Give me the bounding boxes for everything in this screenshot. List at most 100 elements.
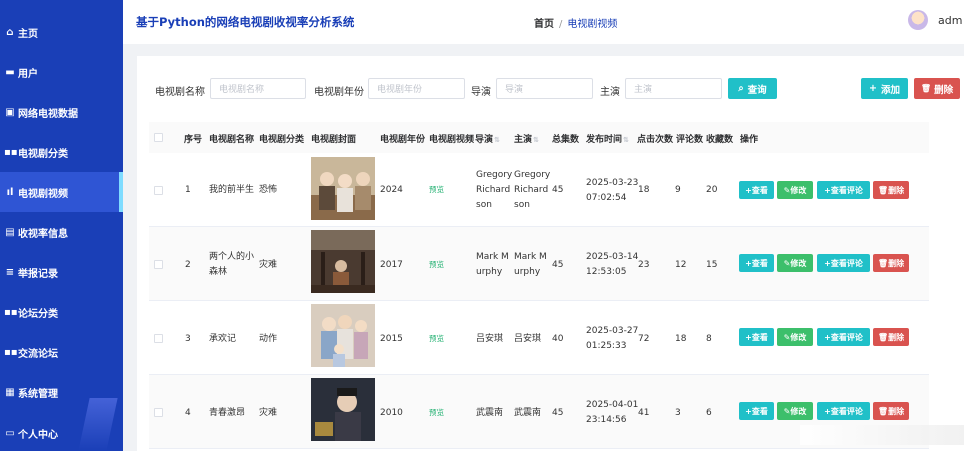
view-comments-button[interactable]: + 查看评论 bbox=[817, 328, 870, 346]
cell-actor-line1: Mark M bbox=[514, 252, 547, 262]
th-index: 序号 bbox=[184, 135, 203, 145]
sidebar-item-label: 用户 bbox=[18, 68, 38, 80]
cell-comments: 9 bbox=[675, 185, 681, 195]
batch-delete-button[interactable]: 🗑 删除 bbox=[914, 78, 960, 99]
cell-actor: 吕安琪 bbox=[514, 334, 542, 344]
sidebar-item-ratings[interactable]: ▤ 收视率信息 bbox=[0, 212, 123, 252]
cell-clicks: 23 bbox=[638, 260, 650, 270]
cell-name-line2[interactable]: 森林 bbox=[209, 265, 227, 280]
edit-button[interactable]: ✎ 修改 bbox=[777, 254, 813, 272]
view-comments-button[interactable]: + 查看评论 bbox=[817, 402, 870, 420]
sort-icon: ⇅ bbox=[494, 136, 500, 144]
row-checkbox[interactable] bbox=[154, 186, 163, 195]
sidebar-item-forum-category[interactable]: ▪▪ 论坛分类 bbox=[0, 292, 123, 332]
year-filter-input[interactable] bbox=[368, 78, 465, 99]
view-button[interactable]: + 查看 bbox=[739, 328, 774, 346]
cell-favorites: 8 bbox=[706, 334, 712, 344]
plus-icon: + bbox=[869, 83, 877, 94]
bar-chart-icon: ıl bbox=[6, 186, 14, 198]
avatar[interactable] bbox=[908, 10, 928, 30]
sidebar-item-drama-video[interactable]: ıl 电视剧视频 bbox=[0, 172, 123, 212]
drama-cover-image[interactable] bbox=[311, 230, 375, 293]
video-preview-link[interactable]: 预览 bbox=[429, 184, 444, 195]
edit-button[interactable]: ✎ 修改 bbox=[777, 402, 813, 420]
add-button[interactable]: + 添加 bbox=[861, 78, 908, 99]
edit-button[interactable]: ✎ 修改 bbox=[777, 181, 813, 199]
view-button-label: 查看 bbox=[751, 332, 768, 342]
user-name[interactable]: adm bbox=[938, 14, 962, 27]
trash-icon: 🗑 bbox=[920, 84, 932, 93]
cell-clicks: 18 bbox=[638, 185, 650, 195]
sidebar-item-home[interactable]: ⌂ 主页 bbox=[0, 12, 123, 52]
cell-name[interactable]: 我的前半生 bbox=[209, 183, 254, 198]
cell-publish-date: 2025-03-23 bbox=[586, 178, 639, 188]
breadcrumb-home[interactable]: 首页 bbox=[534, 19, 554, 30]
view-button[interactable]: + 查看 bbox=[739, 402, 774, 420]
cell-name[interactable]: 青春激昂 bbox=[209, 406, 245, 421]
name-filter-input[interactable] bbox=[210, 78, 306, 99]
cell-name-line1[interactable]: 两个人的小 bbox=[209, 250, 254, 265]
user-icon: ▬ bbox=[5, 66, 15, 78]
sidebar-item-label: 网络电视数据 bbox=[18, 108, 78, 120]
edit-button-label: 修改 bbox=[790, 332, 807, 342]
sidebar-item-drama-category[interactable]: ▪▪ 电视剧分类 bbox=[0, 132, 123, 172]
view-button-label: 查看 bbox=[751, 406, 768, 416]
cell-name[interactable]: 承欢记 bbox=[209, 332, 236, 347]
video-preview-link[interactable]: 预览 bbox=[429, 407, 444, 418]
th-video: 电视剧视频 bbox=[429, 135, 475, 145]
row-delete-label: 删除 bbox=[888, 185, 905, 195]
forum-category-icon: ▪▪ bbox=[4, 306, 18, 318]
view-button[interactable]: + 查看 bbox=[739, 254, 774, 272]
th-director[interactable]: 导演⇅ bbox=[475, 132, 500, 145]
trash-icon: 🗑 bbox=[877, 185, 889, 195]
select-all-checkbox[interactable] bbox=[154, 133, 163, 142]
sidebar-item-reports[interactable]: ≡ 举报记录 bbox=[0, 252, 123, 292]
director-filter-label: 导演 bbox=[471, 87, 491, 98]
th-operations: 操作 bbox=[740, 135, 759, 145]
row-delete-button[interactable]: 🗑 删除 bbox=[873, 402, 909, 420]
director-filter-input[interactable] bbox=[496, 78, 593, 99]
row-checkbox[interactable] bbox=[154, 334, 163, 343]
view-comments-label: 查看评论 bbox=[830, 185, 863, 195]
drama-cover-image[interactable] bbox=[311, 304, 375, 367]
edit-button-label: 修改 bbox=[790, 185, 807, 195]
cell-director-line2: Richard bbox=[476, 185, 511, 195]
sidebar-item-users[interactable]: ▬ 用户 bbox=[0, 52, 123, 92]
cell-index: 3 bbox=[185, 334, 191, 344]
row-delete-button[interactable]: 🗑 删除 bbox=[873, 181, 909, 199]
view-comments-button[interactable]: + 查看评论 bbox=[817, 181, 870, 199]
row-checkbox[interactable] bbox=[154, 408, 163, 417]
actor-filter-input[interactable] bbox=[625, 78, 722, 99]
drama-cover-image[interactable] bbox=[311, 378, 375, 441]
th-actor-label: 主演 bbox=[514, 135, 533, 145]
th-actor[interactable]: 主演⇅ bbox=[514, 132, 539, 145]
th-publish-time[interactable]: 发布时间⇅ bbox=[586, 132, 629, 145]
sidebar-item-label: 主页 bbox=[18, 28, 38, 40]
cell-comments: 18 bbox=[675, 334, 687, 344]
video-preview-link[interactable]: 预览 bbox=[429, 333, 444, 344]
query-button[interactable]: ⌕ 查询 bbox=[728, 78, 777, 99]
view-comments-button[interactable]: + 查看评论 bbox=[817, 254, 870, 272]
drama-cover-image[interactable] bbox=[311, 157, 375, 220]
sidebar-item-tv-data[interactable]: ▣ 网络电视数据 bbox=[0, 92, 123, 132]
cell-favorites: 6 bbox=[706, 408, 712, 418]
sidebar-item-label: 交流论坛 bbox=[18, 348, 58, 360]
cell-clicks: 72 bbox=[638, 334, 650, 344]
clipboard-icon: ▤ bbox=[5, 226, 15, 238]
cell-actor-line2: urphy bbox=[514, 267, 541, 277]
view-button[interactable]: + 查看 bbox=[739, 181, 774, 199]
th-publish-label: 发布时间 bbox=[586, 135, 623, 145]
video-preview-link[interactable]: 预览 bbox=[429, 259, 444, 270]
delete-button-label: 删除 bbox=[934, 84, 954, 96]
th-category: 电视剧分类 bbox=[259, 135, 305, 145]
cell-clicks: 41 bbox=[638, 408, 650, 418]
row-checkbox[interactable] bbox=[154, 260, 163, 269]
sidebar-item-forum[interactable]: ▪▪ 交流论坛 bbox=[0, 332, 123, 372]
app-title: 基于Python的网络电视剧收视率分析系统 bbox=[136, 15, 355, 29]
forum-icon: ▪▪ bbox=[4, 346, 18, 358]
row-delete-button[interactable]: 🗑 删除 bbox=[873, 254, 909, 272]
sidebar-item-label: 论坛分类 bbox=[18, 308, 58, 320]
edit-button[interactable]: ✎ 修改 bbox=[777, 328, 813, 346]
row-delete-button[interactable]: 🗑 删除 bbox=[873, 328, 909, 346]
row-delete-label: 删除 bbox=[888, 258, 905, 268]
